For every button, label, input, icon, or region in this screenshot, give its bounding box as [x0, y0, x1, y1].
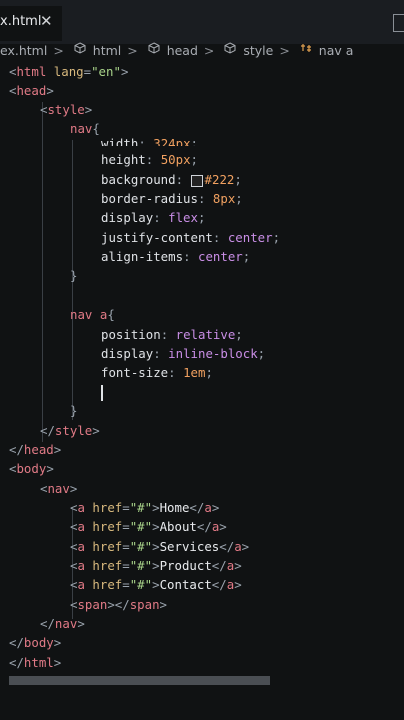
code-line: background: #222; — [101, 172, 242, 187]
breadcrumb-separator: > — [127, 43, 138, 58]
code-line: <style> — [40, 102, 93, 117]
color-swatch[interactable] — [190, 174, 203, 187]
code-line: </body> — [9, 635, 62, 650]
code-line: <a href="#">Product</a> — [70, 558, 242, 573]
text-cursor — [101, 385, 103, 401]
code-line: width: 324px; — [101, 136, 199, 146]
breadcrumb: ex.html > html > head > style > nav a — [0, 42, 404, 60]
code-editor[interactable]: <html lang="en"> <head> <style> nav{ wid… — [0, 62, 404, 682]
code-line: nav a{ — [70, 307, 115, 322]
code-line: <nav> — [40, 481, 78, 496]
breadcrumb-item-nav-a[interactable]: nav a — [319, 43, 354, 58]
close-icon[interactable]: ✕ — [40, 12, 53, 30]
code-line: <a href="#">Contact</a> — [70, 577, 242, 592]
code-line: </head> — [9, 442, 62, 457]
code-line: justify-content: center; — [101, 230, 281, 245]
code-line: <head> — [9, 83, 54, 98]
code-line: position: relative; — [101, 327, 243, 342]
indent-guide — [42, 102, 43, 442]
breadcrumb-separator: > — [203, 43, 215, 58]
code-line: <body> — [9, 461, 54, 476]
code-line: <a href="#">Services</a> — [70, 539, 250, 554]
code-line: align-items: center; — [101, 249, 251, 264]
code-line: display: inline-block; — [101, 346, 266, 361]
tab-bar: x.html ✕ — [0, 0, 404, 44]
code-line: <html lang="en"> — [9, 64, 129, 79]
code-line: <span></span> — [70, 597, 168, 612]
breadcrumb-separator: > — [53, 43, 64, 58]
code-line: border-radius: 8px; — [101, 191, 243, 206]
code-line: nav{ — [70, 121, 100, 136]
code-line: } — [70, 268, 78, 283]
breadcrumb-separator: > — [279, 43, 290, 58]
code-line: height: 50px; — [101, 152, 198, 167]
css-selector-icon — [300, 44, 311, 52]
code-line: <a href="#">About</a> — [70, 519, 227, 534]
code-line: </html> — [9, 655, 62, 670]
breadcrumb-item-html[interactable]: html — [93, 43, 121, 58]
code-line: </nav> — [40, 616, 85, 631]
code-line: <a href="#">Home</a> — [70, 500, 220, 515]
cube-icon — [224, 42, 236, 54]
cube-icon — [148, 42, 160, 54]
horizontal-scrollbar[interactable] — [9, 676, 270, 685]
split-editor-icon[interactable] — [393, 14, 404, 32]
cube-icon — [74, 42, 86, 54]
breadcrumb-item-file[interactable]: ex.html — [0, 43, 47, 58]
code-line: </style> — [40, 423, 100, 438]
tab-label[interactable]: x.html — [0, 14, 41, 29]
code-line: display: flex; — [101, 210, 206, 225]
breadcrumb-item-style[interactable]: style — [243, 43, 273, 58]
code-line: font-size: 1em; — [101, 365, 213, 380]
code-line: } — [70, 403, 78, 418]
editor-tab[interactable]: x.html ✕ — [0, 6, 62, 41]
breadcrumb-item-head[interactable]: head — [167, 43, 198, 58]
